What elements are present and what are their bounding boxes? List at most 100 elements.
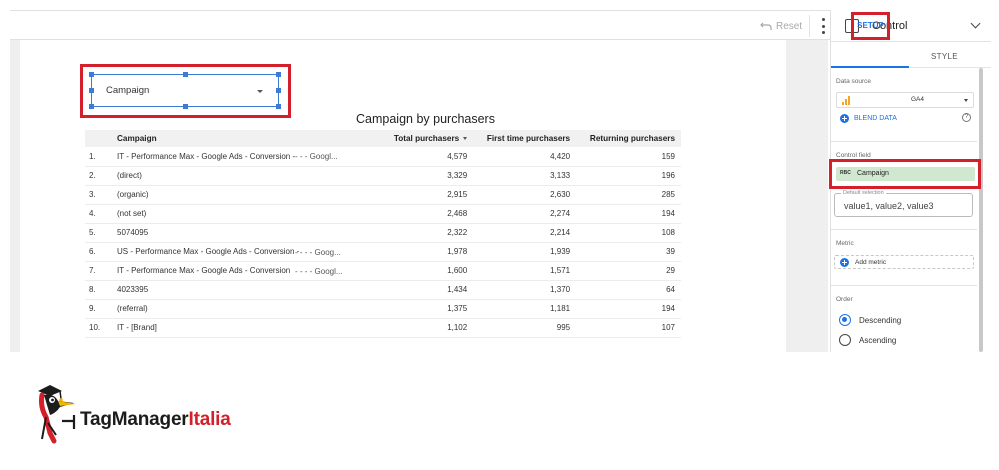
row-index: 4.	[85, 204, 111, 224]
row-index: 8.	[85, 280, 111, 300]
control-field-highlight-frame: RBC Campaign	[829, 159, 981, 189]
campaign-name: US - Performance Max - Google Ads - Conv…	[117, 247, 300, 256]
radio-ascending[interactable]	[839, 334, 851, 346]
resize-handle[interactable]	[89, 72, 94, 77]
row-campaign: IT - Performance Max - Google Ads - Conv…	[111, 261, 381, 281]
campaign-name: (not set)	[117, 209, 147, 218]
campaign-dropdown-control[interactable]: Campaign	[89, 72, 281, 109]
properties-panel: Control STYLE SETUP Data source GA4 BLEN…	[829, 10, 991, 352]
row-first-time-purchasers: 2,214	[473, 223, 577, 243]
row-total-purchasers: 4,579	[381, 147, 474, 167]
undo-icon	[760, 22, 772, 30]
campaign-name: 5074095	[117, 228, 149, 237]
header-total-purchasers[interactable]: Total purchasers	[381, 130, 474, 147]
help-icon[interactable]: ?	[962, 113, 971, 122]
table-row[interactable]: 1. IT - Performance Max - Google Ads - Co…	[85, 147, 681, 167]
table-row[interactable]: 9. (referral) 1,375 1,181 194	[85, 299, 681, 319]
blend-data-button[interactable]: BLEND DATA	[840, 114, 897, 123]
more-vert-icon[interactable]	[820, 18, 826, 34]
ascending-label: Ascending	[859, 336, 897, 345]
metric-label: Metric	[836, 240, 854, 247]
row-returning-purchasers: 29	[576, 261, 681, 281]
resize-handle[interactable]	[276, 104, 281, 109]
row-campaign: (direct)	[111, 166, 381, 186]
campaign-table: Campaign Total purchasers First time pur…	[85, 130, 681, 338]
tab-setup[interactable]: SETUP	[854, 21, 887, 30]
chevron-down-icon[interactable]	[970, 18, 981, 29]
table-row[interactable]: 2. (direct) 3,329 3,133 196	[85, 166, 681, 186]
row-first-time-purchasers: 1,571	[473, 261, 577, 281]
row-index: 3.	[85, 185, 111, 205]
add-metric-button[interactable]: Add metric	[834, 255, 974, 269]
campaign-name: (referral)	[117, 304, 148, 313]
campaign-name: (organic)	[117, 190, 149, 199]
data-source-select[interactable]: GA4	[836, 92, 974, 108]
row-campaign: (organic)	[111, 185, 381, 205]
reset-button[interactable]: Reset	[752, 15, 810, 37]
header-campaign[interactable]: Campaign	[111, 130, 381, 147]
order-label: Order	[836, 296, 853, 303]
blend-data-label: BLEND DATA	[854, 115, 897, 122]
logo-text-primary: TagManager	[80, 409, 189, 430]
analytics-icon	[842, 96, 850, 105]
table-body: 1. IT - Performance Max - Google Ads - Co…	[85, 147, 681, 338]
table-row[interactable]: 3. (organic) 2,915 2,630 285	[85, 185, 681, 205]
default-selection-label: Default selection	[841, 190, 886, 196]
data-source-label: Data source	[836, 78, 872, 85]
control-field-label: Control field	[836, 152, 871, 159]
row-campaign: IT - Performance Max - Google Ads - Conv…	[111, 147, 381, 167]
panel-scrollbar[interactable]	[979, 68, 983, 352]
report-page: Campaign Campaign by purchasers Campaign…	[20, 40, 786, 352]
row-total-purchasers: 2,915	[381, 185, 474, 205]
row-total-purchasers: 1,102	[381, 318, 474, 338]
header-first-time-purchasers[interactable]: First time purchasers	[473, 130, 577, 147]
control-field-chip[interactable]: RBC Campaign	[836, 167, 975, 181]
resize-handle[interactable]	[183, 104, 188, 109]
tagmanageritalia-logo: TagManagerItalia	[36, 383, 266, 445]
radio-descending[interactable]	[839, 314, 851, 326]
row-first-time-purchasers: 1,370	[473, 280, 577, 300]
row-index: 7.	[85, 261, 111, 281]
woodpecker-mascot-icon	[38, 385, 76, 444]
campaign-name-suffix: - - - - Googl...	[295, 266, 343, 276]
campaign-name: IT - Performance Max - Google Ads - Conv…	[117, 151, 296, 161]
table-title: Campaign by purchasers	[356, 112, 495, 126]
campaign-name: (direct)	[117, 171, 142, 180]
row-returning-purchasers: 194	[576, 299, 681, 319]
table-row[interactable]: 7. IT - Performance Max - Google Ads - Co…	[85, 261, 681, 281]
campaign-name: IT - Performance Max - Google Ads - Conv…	[117, 266, 291, 275]
row-index: 1.	[85, 147, 111, 167]
dimension-type-icon: RBC	[840, 170, 851, 176]
resize-handle[interactable]	[276, 88, 281, 93]
row-total-purchasers: 3,329	[381, 166, 474, 186]
control-selected-label: Campaign	[106, 85, 150, 96]
row-first-time-purchasers: 1,181	[473, 299, 577, 319]
table-row[interactable]: 10. IT - [Brand] 1,102 995 107	[85, 318, 681, 338]
resize-handle[interactable]	[89, 88, 94, 93]
default-selection-input[interactable]: Default selection value1, value2, value3	[834, 190, 973, 217]
campaign-name-suffix: - - - Googl...	[295, 152, 338, 161]
row-first-time-purchasers: 2,630	[473, 185, 577, 205]
row-campaign: 4023395	[111, 280, 381, 300]
header-returning-purchasers[interactable]: Returning purchasers	[576, 130, 681, 147]
reset-label: Reset	[776, 20, 803, 32]
table-row[interactable]: 4. (not set) 2,468 2,274 194	[85, 204, 681, 224]
table-row[interactable]: 8. 4023395 1,434 1,370 64	[85, 280, 681, 300]
resize-handle[interactable]	[89, 104, 94, 109]
resize-handle[interactable]	[183, 72, 188, 77]
dropdown-caret-icon	[257, 90, 263, 93]
panel-tabs: STYLE	[831, 42, 991, 68]
header-index	[85, 130, 111, 147]
row-index: 2.	[85, 166, 111, 186]
campaign-name: IT - [Brand]	[117, 323, 157, 332]
table-row[interactable]: 6. US - Performance Max - Google Ads - Co…	[85, 242, 681, 262]
row-campaign: (referral)	[111, 299, 381, 319]
row-campaign: (not set)	[111, 204, 381, 224]
row-total-purchasers: 1,434	[381, 280, 474, 300]
tab-style[interactable]: STYLE	[931, 52, 958, 61]
top-toolbar: Reset	[10, 10, 830, 40]
table-row[interactable]: 5. 5074095 2,322 2,214 108	[85, 223, 681, 243]
row-index: 6.	[85, 242, 111, 262]
resize-handle[interactable]	[276, 72, 281, 77]
select-caret-icon	[964, 99, 968, 102]
